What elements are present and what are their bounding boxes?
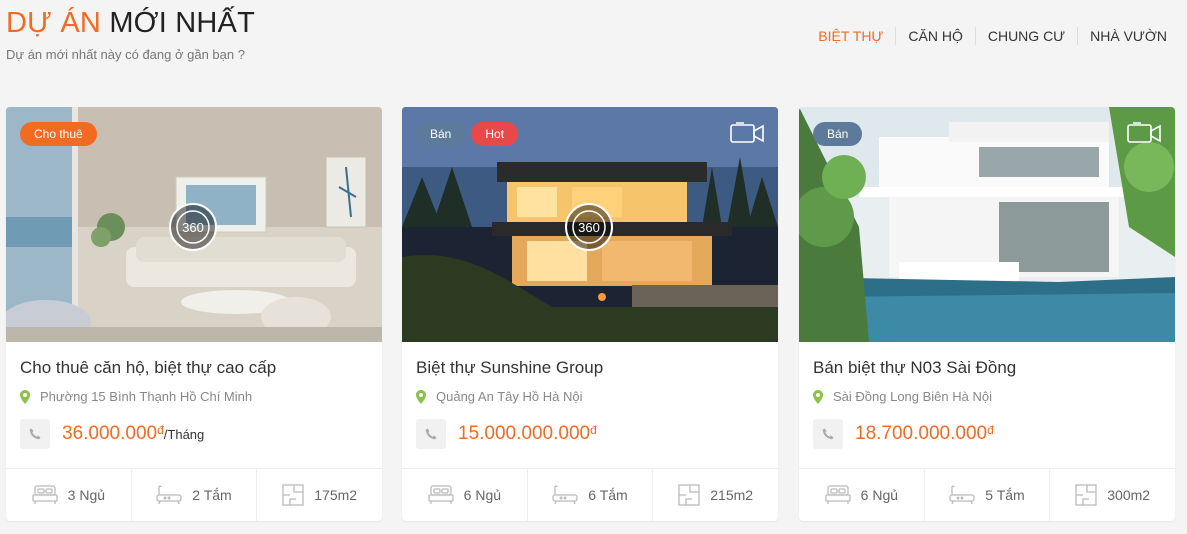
section-title-rest: MỚI NHẤT <box>109 7 256 39</box>
property-title[interactable]: Cho thuê căn hộ, biệt thự cao cấp <box>20 357 368 379</box>
tab-biet-thu[interactable]: BIỆT THỰ <box>806 27 895 45</box>
property-image[interactable]: Cho thuê 360 <box>6 107 382 342</box>
property-title[interactable]: Bán biệt thự N03 Sài Đồng <box>813 357 1161 379</box>
section-title-accent: DỰ ÁN <box>6 7 102 39</box>
badge-group: Bán Hot <box>416 122 519 146</box>
status-badge: Cho thuê <box>20 122 97 146</box>
property-price: 36.000.000đ/Tháng <box>62 423 205 444</box>
badge-group: Cho thuê <box>20 122 97 146</box>
bathtub-icon <box>156 485 182 505</box>
property-price-row: 15.000.000.000đ <box>416 419 764 449</box>
property-features: 6 Ngủ 5 Tắm 300m2 <box>799 468 1175 521</box>
phone-icon[interactable] <box>416 419 446 449</box>
tab-nha-vuon[interactable]: NHÀ VƯỜN <box>1077 27 1167 45</box>
bedrooms-text: 6 Ngủ <box>860 487 899 503</box>
location-text: Phường 15 Bình Thạnh Hồ Chí Minh <box>40 389 253 404</box>
svg-text:360: 360 <box>182 220 204 235</box>
property-price-row: 36.000.000đ/Tháng <box>20 419 368 449</box>
property-price: 15.000.000.000đ <box>458 423 597 444</box>
feature-bathrooms: 2 Tắm <box>130 469 257 521</box>
status-badge: Bán <box>416 122 466 146</box>
property-location: Phường 15 Bình Thạnh Hồ Chí Minh <box>20 389 368 404</box>
bathrooms-text: 5 Tắm <box>985 487 1025 503</box>
location-text: Quảng An Tây Hồ Hà Nội <box>436 389 583 404</box>
tab-can-ho[interactable]: CĂN HỘ <box>895 27 974 45</box>
feature-bathrooms: 5 Tắm <box>923 469 1050 521</box>
status-badge: Bán <box>813 122 863 146</box>
map-pin-icon <box>20 389 30 404</box>
area-text: 175m2 <box>314 487 358 503</box>
property-card[interactable]: Bán Hot 360 Biệt thự Sunshine Group Quản… <box>402 107 778 521</box>
bathrooms-text: 6 Tắm <box>588 487 628 503</box>
feature-bathrooms: 6 Tắm <box>526 469 653 521</box>
bathtub-icon <box>552 485 578 505</box>
property-features: 6 Ngủ 6 Tắm 215m2 <box>402 468 778 521</box>
video-icon[interactable] <box>730 122 764 149</box>
feature-area: 215m2 <box>652 469 778 521</box>
map-pin-icon <box>813 389 823 404</box>
pano-360-icon[interactable]: 360 <box>168 202 218 257</box>
video-icon[interactable] <box>1127 122 1161 149</box>
property-price-row: 18.700.000.000đ <box>813 419 1161 449</box>
section-title: DỰ ÁN MỚI NHẤT <box>6 6 255 40</box>
property-card[interactable]: Cho thuê 360 Cho thuê căn hộ, biệt thự c… <box>6 107 382 521</box>
bed-icon <box>32 485 58 504</box>
floorplan-icon <box>282 484 304 506</box>
property-image[interactable]: Bán <box>799 107 1175 342</box>
bedrooms-text: 3 Ngủ <box>67 487 106 503</box>
hot-badge: Hot <box>471 122 519 146</box>
feature-area: 300m2 <box>1049 469 1175 521</box>
property-card[interactable]: Bán Bán biệt thự N03 Sài Đồng Sài Đồng L… <box>799 107 1175 521</box>
svg-text:360: 360 <box>578 220 600 235</box>
property-location: Quảng An Tây Hồ Hà Nội <box>416 389 764 404</box>
bathtub-icon <box>949 485 975 505</box>
location-text: Sài Đồng Long Biên Hà Nội <box>833 389 992 404</box>
feature-bedrooms: 6 Ngủ <box>799 469 924 521</box>
pano-360-icon[interactable]: 360 <box>564 202 614 257</box>
badge-group: Bán <box>813 122 863 146</box>
floorplan-icon <box>678 484 700 506</box>
feature-bedrooms: 6 Ngủ <box>402 469 527 521</box>
phone-icon[interactable] <box>813 419 843 449</box>
feature-bedrooms: 3 Ngủ <box>6 469 131 521</box>
property-location: Sài Đồng Long Biên Hà Nội <box>813 389 1161 404</box>
bed-icon <box>428 485 454 504</box>
bathrooms-text: 2 Tắm <box>192 487 232 503</box>
feature-area: 175m2 <box>256 469 382 521</box>
section-subtitle: Dự án mới nhất này có đang ở gần bạn ? <box>6 47 245 62</box>
phone-icon[interactable] <box>20 419 50 449</box>
category-tabs: BIỆT THỰ CĂN HỘ CHUNG CƯ NHÀ VƯỜN <box>806 27 1167 45</box>
bedrooms-text: 6 Ngủ <box>463 487 502 503</box>
property-title[interactable]: Biệt thự Sunshine Group <box>416 357 764 379</box>
property-price: 18.700.000.000đ <box>855 423 994 444</box>
area-text: 300m2 <box>1107 487 1151 503</box>
property-image[interactable]: Bán Hot 360 <box>402 107 778 342</box>
tab-chung-cu[interactable]: CHUNG CƯ <box>974 27 1077 45</box>
property-features: 3 Ngủ 2 Tắm 175m2 <box>6 468 382 521</box>
floorplan-icon <box>1075 484 1097 506</box>
map-pin-icon <box>416 389 426 404</box>
area-text: 215m2 <box>710 487 754 503</box>
bed-icon <box>825 485 851 504</box>
